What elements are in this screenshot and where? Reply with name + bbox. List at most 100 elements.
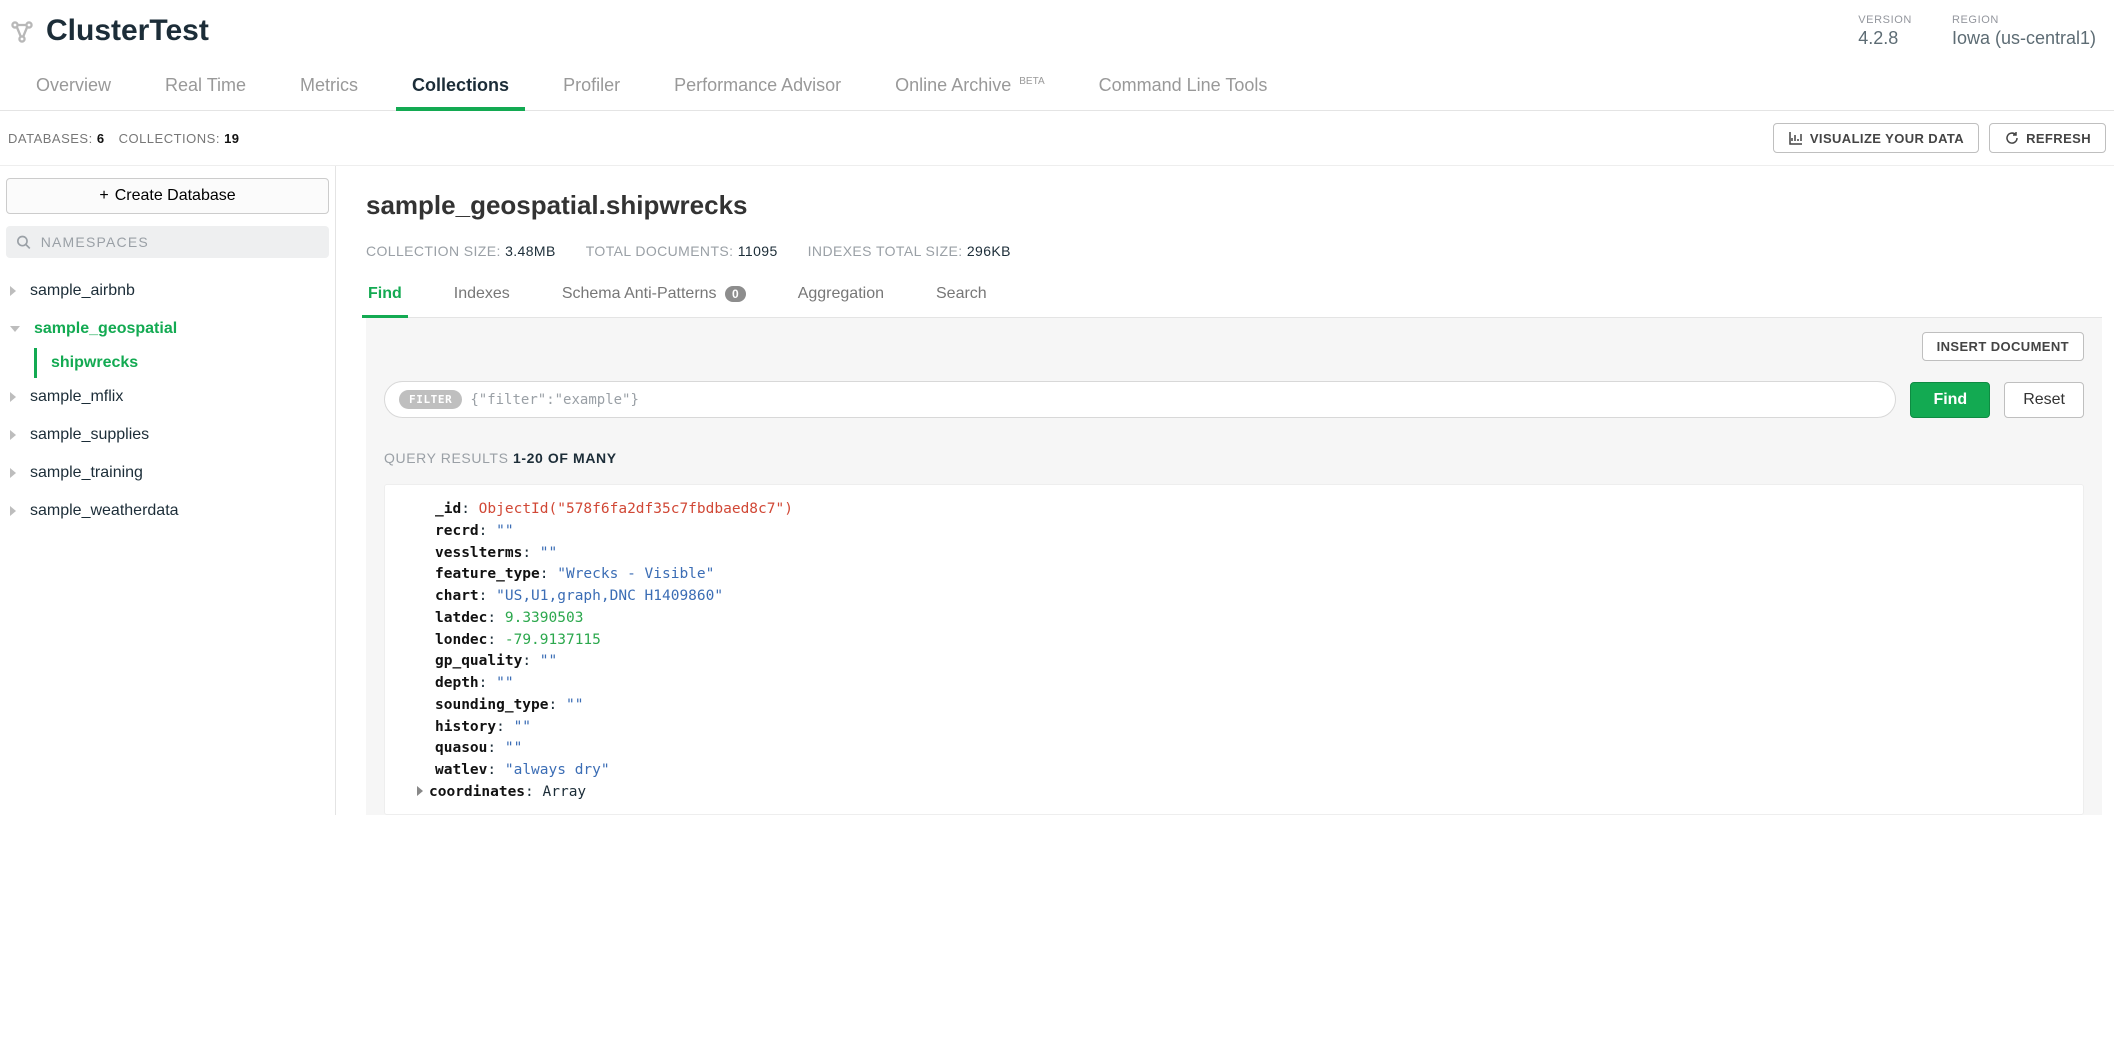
collection-subtabs: Find Indexes Schema Anti-Patterns 0 Aggr… (366, 279, 2102, 318)
collection-stats: COLLECTION SIZE: 3.48MB TOTAL DOCUMENTS:… (366, 243, 2102, 259)
refresh-button[interactable]: REFRESH (1989, 123, 2106, 153)
namespaces-input[interactable] (41, 234, 319, 250)
db-label: sample_supplies (30, 426, 149, 444)
namespaces-search[interactable] (6, 226, 329, 258)
visualize-data-button[interactable]: VISUALIZE YOUR DATA (1773, 123, 1979, 153)
databases-label: DATABASES: (8, 131, 93, 146)
subtab-schema-label: Schema Anti-Patterns (562, 285, 717, 302)
reset-button[interactable]: Reset (2004, 382, 2084, 418)
tab-metrics[interactable]: Metrics (296, 67, 362, 110)
subtab-aggregation[interactable]: Aggregation (796, 279, 886, 317)
tab-online-archive-label: Online Archive (895, 75, 1011, 95)
summary-bar: DATABASES: 6 COLLECTIONS: 19 VISUALIZE Y… (0, 111, 2114, 166)
subtab-indexes[interactable]: Indexes (452, 279, 512, 317)
field-watlev: watlev: "always dry" (435, 760, 2083, 782)
filter-tag: FILTER (399, 390, 462, 409)
db-label: sample_mflix (30, 388, 123, 406)
create-database-button[interactable]: + Create Database (6, 178, 329, 214)
db-item-sample-mflix[interactable]: sample_mflix (6, 378, 329, 416)
db-item-sample-supplies[interactable]: sample_supplies (6, 416, 329, 454)
cluster-name[interactable]: ClusterTest (46, 14, 209, 48)
collection-size-value: 3.48MB (505, 243, 556, 259)
filter-row: FILTER {"filter":"example"} Find Reset (384, 381, 2084, 418)
db-label: sample_weatherdata (30, 502, 179, 520)
refresh-icon (2004, 130, 2020, 146)
field-gp-quality: gp_quality: "" (435, 651, 2083, 673)
query-results-range: 1-20 OF MANY (513, 450, 617, 466)
nav-tabs: Overview Real Time Metrics Collections P… (0, 55, 2114, 111)
total-documents-value: 11095 (738, 243, 778, 259)
filter-input-box[interactable]: FILTER {"filter":"example"} (384, 381, 1896, 418)
db-label: sample_airbnb (30, 282, 135, 300)
subtab-schema-anti-patterns[interactable]: Schema Anti-Patterns 0 (560, 279, 748, 317)
collections-label: COLLECTIONS: (119, 131, 220, 146)
field-feature-type: feature_type: "Wrecks - Visible" (435, 564, 2083, 586)
region-label: REGION (1952, 14, 2096, 26)
db-item-sample-geospatial[interactable]: sample_geospatial (6, 310, 329, 348)
field-recrd: recrd: "" (435, 521, 2083, 543)
subtab-search[interactable]: Search (934, 279, 989, 317)
caret-right-icon (10, 392, 16, 402)
field-latdec: latdec: 9.3390503 (435, 608, 2083, 630)
document-card[interactable]: _id: ObjectId("578f6fa2df35c7fbdbaed8c7"… (384, 484, 2084, 815)
field-coordinates[interactable]: coordinates: Array (435, 782, 2083, 804)
work-area: INSERT DOCUMENT FILTER {"filter":"exampl… (366, 318, 2102, 815)
sidebar: + Create Database sample_airbnb sample_g… (0, 166, 336, 815)
field-history: history: "" (435, 717, 2083, 739)
db-item-sample-airbnb[interactable]: sample_airbnb (6, 272, 329, 310)
version-label: VERSION (1858, 14, 1912, 26)
caret-right-icon (10, 286, 16, 296)
caret-right-icon (417, 786, 423, 796)
insert-document-button[interactable]: INSERT DOCUMENT (1922, 332, 2084, 361)
field-sounding-type: sounding_type: "" (435, 695, 2083, 717)
collection-size-label: COLLECTION SIZE: (366, 243, 501, 259)
plus-icon: + (99, 187, 108, 205)
field-chart: chart: "US,U1,graph,DNC H1409860" (435, 586, 2083, 608)
cluster-icon (8, 18, 36, 46)
field-id: _id: ObjectId("578f6fa2df35c7fbdbaed8c7"… (435, 499, 2083, 521)
db-item-sample-training[interactable]: sample_training (6, 454, 329, 492)
db-item-sample-weatherdata[interactable]: sample_weatherdata (6, 492, 329, 530)
total-documents-label: TOTAL DOCUMENTS: (586, 243, 734, 259)
tab-realtime[interactable]: Real Time (161, 67, 250, 110)
refresh-label: REFRESH (2026, 131, 2091, 146)
tab-online-archive[interactable]: Online Archive BETA (891, 67, 1048, 110)
field-londec: londec: -79.9137115 (435, 630, 2083, 652)
chart-icon (1788, 130, 1804, 146)
filter-placeholder: {"filter":"example"} (470, 392, 639, 408)
database-list: sample_airbnb sample_geospatial shipwrec… (6, 272, 329, 530)
collection-title: sample_geospatial.shipwrecks (366, 190, 2102, 221)
tab-profiler[interactable]: Profiler (559, 67, 624, 110)
field-depth: depth: "" (435, 673, 2083, 695)
databases-count: 6 (97, 131, 105, 146)
caret-right-icon (10, 468, 16, 478)
query-results-text: QUERY RESULTS (384, 450, 509, 466)
schema-badge: 0 (725, 286, 746, 302)
region-value: Iowa (us-central1) (1952, 28, 2096, 49)
tab-cli-tools[interactable]: Command Line Tools (1095, 67, 1272, 110)
create-database-label: Create Database (115, 187, 236, 205)
tab-overview[interactable]: Overview (32, 67, 115, 110)
beta-badge: BETA (1019, 76, 1044, 87)
db-label: sample_training (30, 464, 143, 482)
find-button[interactable]: Find (1910, 382, 1990, 418)
main-panel: sample_geospatial.shipwrecks COLLECTION … (336, 166, 2114, 815)
tab-performance-advisor[interactable]: Performance Advisor (670, 67, 845, 110)
indexes-size-value: 296KB (967, 243, 1011, 259)
header: ClusterTest VERSION 4.2.8 REGION Iowa (u… (0, 0, 2114, 55)
field-vesslterms: vesslterms: "" (435, 543, 2083, 565)
region-block: REGION Iowa (us-central1) (1952, 14, 2096, 49)
version-value: 4.2.8 (1858, 28, 1912, 49)
tab-collections[interactable]: Collections (408, 67, 513, 110)
query-results-label: QUERY RESULTS 1-20 OF MANY (384, 450, 2084, 466)
caret-down-icon (10, 326, 20, 332)
visualize-data-label: VISUALIZE YOUR DATA (1810, 131, 1964, 146)
indexes-size-label: INDEXES TOTAL SIZE: (808, 243, 963, 259)
collections-count: 19 (224, 131, 239, 146)
search-icon (16, 234, 31, 250)
collection-item-shipwrecks[interactable]: shipwrecks (34, 348, 329, 378)
subtab-find[interactable]: Find (366, 279, 404, 317)
version-block: VERSION 4.2.8 (1858, 14, 1912, 49)
field-quasou: quasou: "" (435, 738, 2083, 760)
caret-right-icon (10, 430, 16, 440)
